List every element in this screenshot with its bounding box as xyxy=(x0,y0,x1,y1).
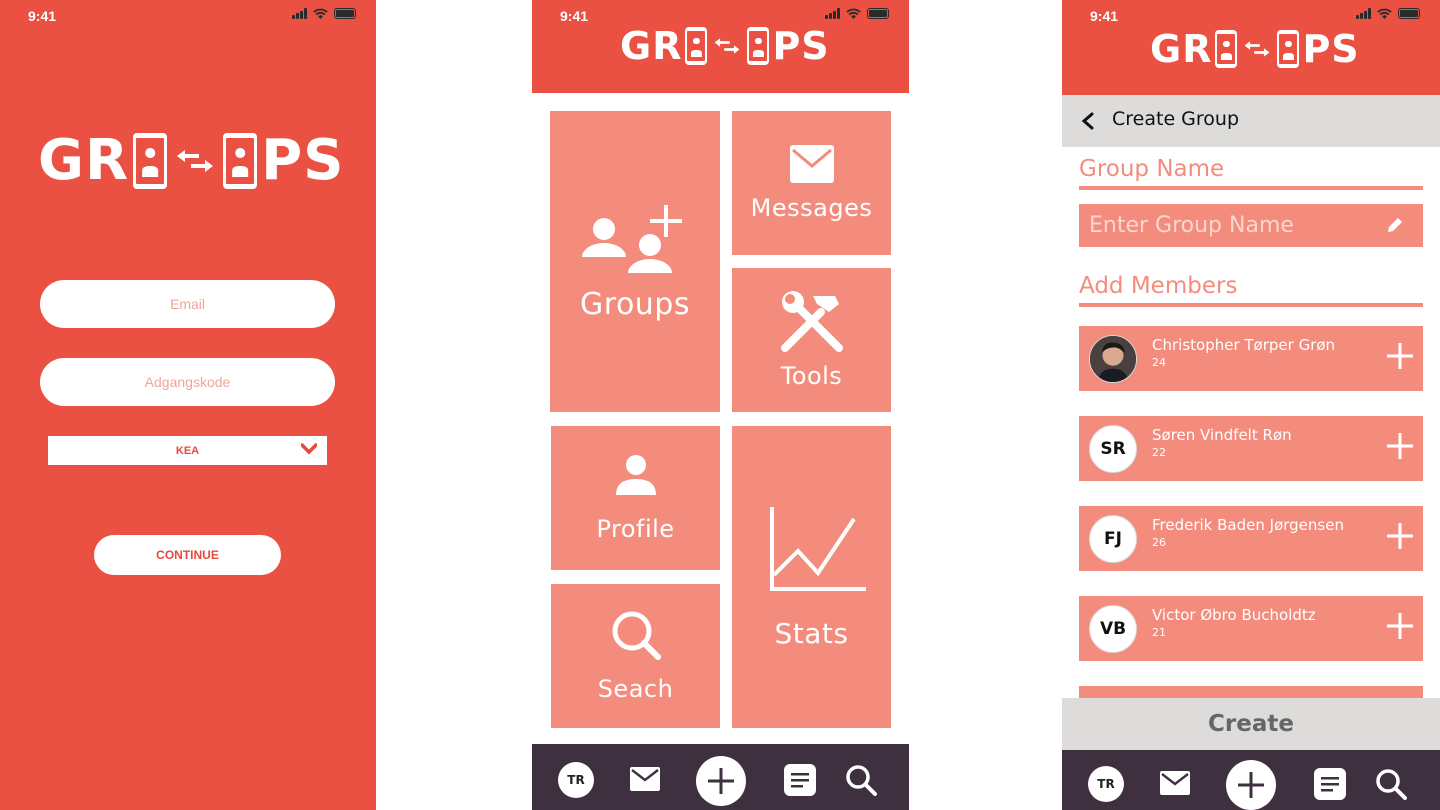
phone-user-icon xyxy=(747,27,770,65)
member-row: FJ Frederik Baden Jørgensen 26 xyxy=(1079,506,1423,571)
tile-search[interactable]: Seach xyxy=(551,584,720,728)
nav-notes-icon[interactable] xyxy=(1314,768,1346,800)
nav-search-icon[interactable] xyxy=(845,764,877,796)
phone-user-icon xyxy=(1215,30,1238,68)
tile-tools[interactable]: Tools xyxy=(732,268,891,412)
nav-avatar[interactable]: TR xyxy=(558,762,594,798)
page-header: Create Group xyxy=(1062,95,1440,147)
plus-icon xyxy=(708,768,734,794)
bottom-nav: TR xyxy=(1062,750,1440,810)
nav-notes-icon[interactable] xyxy=(784,764,816,796)
add-member-icon[interactable] xyxy=(1387,613,1413,639)
phone-user-icon xyxy=(685,27,708,65)
member-row: Christopher Tørper Grøn 24 xyxy=(1079,326,1423,391)
wifi-icon xyxy=(313,8,328,19)
pencil-icon xyxy=(1388,218,1402,232)
tile-messages[interactable]: Messages xyxy=(732,111,891,255)
plus-icon xyxy=(1238,772,1264,798)
member-name: Victor Øbro Bucholdtz xyxy=(1152,606,1316,624)
tile-profile-label: Profile xyxy=(596,515,675,543)
wifi-icon xyxy=(846,8,861,19)
app-logo: GR PS xyxy=(38,128,345,193)
status-time: 9:41 xyxy=(1090,8,1119,24)
password-field[interactable] xyxy=(40,358,335,406)
signal-icon xyxy=(825,8,840,19)
nav-add-button[interactable] xyxy=(696,756,746,806)
continue-button[interactable]: CONTINUE xyxy=(94,535,281,575)
member-age: 22 xyxy=(1152,446,1166,459)
login-screen: 9:41 GR PS KEA CONTINUE xyxy=(0,0,376,810)
chevron-down-icon xyxy=(301,443,317,455)
member-age: 24 xyxy=(1152,356,1166,369)
back-arrow-icon[interactable] xyxy=(1080,112,1096,130)
nav-add-button[interactable] xyxy=(1226,760,1276,810)
member-avatar: VB xyxy=(1089,605,1137,653)
nav-avatar[interactable]: TR xyxy=(1088,766,1124,802)
swap-arrows-icon xyxy=(177,149,214,172)
divider xyxy=(1079,303,1423,307)
app-logo: GR PS xyxy=(620,24,830,68)
signal-icon xyxy=(292,8,307,19)
member-avatar: FJ xyxy=(1089,515,1137,563)
swap-arrows-icon xyxy=(1244,41,1270,57)
member-row: SR Søren Vindfelt Røn 22 xyxy=(1079,416,1423,481)
signal-icon xyxy=(1356,8,1371,19)
member-avatar: SR xyxy=(1089,425,1137,473)
add-group-icon xyxy=(582,205,682,273)
phone-user-icon xyxy=(223,132,258,189)
email-field[interactable] xyxy=(40,280,335,328)
tile-groups[interactable]: Groups xyxy=(550,111,720,412)
swap-arrows-icon xyxy=(714,38,740,54)
phone-user-icon xyxy=(1277,30,1300,68)
member-name: Frederik Baden Jørgensen xyxy=(1152,516,1344,534)
tile-tools-label: Tools xyxy=(780,362,843,390)
battery-icon xyxy=(1398,8,1420,19)
tile-search-label: Seach xyxy=(597,675,674,703)
wifi-icon xyxy=(1377,8,1392,19)
app-header: 9:41 GR PS xyxy=(1062,0,1440,95)
tile-stats[interactable]: Stats xyxy=(732,426,891,728)
dashboard-screen: 9:41 GR PS Groups Messages Tools Profile… xyxy=(532,0,909,810)
nav-messages-icon[interactable] xyxy=(1160,771,1190,795)
create-group-screen: 9:41 GR PS Create Group Group Name Add M… xyxy=(1062,0,1440,810)
member-avatar xyxy=(1089,335,1137,383)
battery-icon xyxy=(334,8,356,19)
tile-messages-label: Messages xyxy=(750,194,873,222)
bottom-nav: TR xyxy=(532,744,909,810)
school-select-value: KEA xyxy=(175,444,200,457)
nav-search-icon[interactable] xyxy=(1375,768,1407,800)
school-select[interactable]: KEA xyxy=(48,436,327,465)
add-member-icon[interactable] xyxy=(1387,343,1413,369)
add-members-label: Add Members xyxy=(1079,273,1238,299)
phone-user-icon xyxy=(133,132,168,189)
status-bar: 9:41 xyxy=(0,0,376,32)
tile-groups-label: Groups xyxy=(580,287,690,322)
chart-icon xyxy=(769,506,866,591)
battery-icon xyxy=(867,8,889,19)
tile-stats-label: Stats xyxy=(774,616,849,650)
member-name: Søren Vindfelt Røn xyxy=(1152,426,1292,444)
member-name: Christopher Tørper Grøn xyxy=(1152,336,1336,354)
add-member-icon[interactable] xyxy=(1387,433,1413,459)
tile-profile[interactable]: Profile xyxy=(551,426,720,570)
user-icon xyxy=(615,455,656,495)
page-title: Create Group xyxy=(1112,108,1240,130)
add-member-icon[interactable] xyxy=(1387,523,1413,549)
app-header: 9:41 GR PS xyxy=(532,0,909,93)
group-name-input[interactable] xyxy=(1079,204,1423,247)
member-age: 26 xyxy=(1152,536,1166,549)
member-age: 21 xyxy=(1152,626,1166,639)
group-name-label: Group Name xyxy=(1079,156,1225,182)
member-row: VB Victor Øbro Bucholdtz 21 xyxy=(1079,596,1423,661)
nav-messages-icon[interactable] xyxy=(630,767,660,791)
app-logo: GR PS xyxy=(1150,27,1360,71)
photo-avatar xyxy=(1090,336,1136,382)
status-time: 9:41 xyxy=(560,8,589,24)
divider xyxy=(1079,186,1423,190)
envelope-icon xyxy=(789,145,834,183)
create-button[interactable]: Create xyxy=(1062,698,1440,750)
tools-icon xyxy=(780,291,843,352)
status-time: 9:41 xyxy=(28,8,57,24)
search-icon xyxy=(612,611,661,660)
